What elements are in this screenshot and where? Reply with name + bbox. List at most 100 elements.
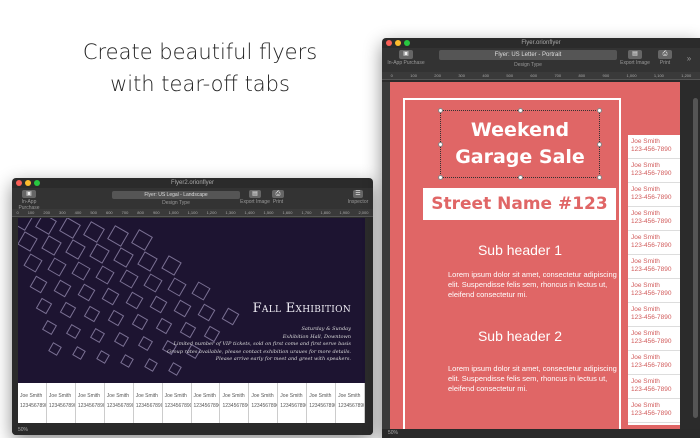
tear-off-tab[interactable]: Joe Smith1234567890 [18,383,47,423]
tear-off-tab[interactable]: Joe Smith123-456-7890 [628,279,680,303]
tear-off-tab[interactable]: Joe Smith123-456-7890 [628,135,680,159]
ruler-tick: 900 [603,72,610,79]
tab-name: Joe Smith [78,391,103,401]
pattern-square [90,328,105,343]
resize-handle[interactable] [518,108,523,113]
tear-off-tabs: Joe Smith1234567890Joe Smith1234567890Jo… [18,383,365,423]
vertical-scrollbar[interactable] [693,98,698,418]
tear-off-tab[interactable]: Joe Smith1234567890 [105,383,134,423]
tear-off-tab[interactable]: Joe Smith1234567890 [220,383,249,423]
print-button[interactable]: ⎙Print [654,50,676,66]
tear-off-tab[interactable]: Joe Smith1234567890 [47,383,76,423]
flyer-details[interactable]: Saturday & SundayExhibition Hall, Downto… [167,326,351,364]
print-button[interactable]: ⎙Print [268,190,288,205]
tear-off-tab[interactable]: Joe Smith1234567890 [192,383,221,423]
vertical-ruler [382,82,390,430]
tear-off-tab[interactable]: Joe Smith123-456-7890 [628,255,680,279]
tear-off-tab[interactable]: Joe Smith123-456-7890 [628,399,680,423]
export-image-button[interactable]: ▤Export Image [240,190,270,205]
label: In-App Purchase [18,199,39,211]
tab-phone: 123-456-7890 [631,266,680,274]
zoom-level[interactable]: 50% [12,426,373,435]
tear-off-tab[interactable]: Joe Smith1234567890 [307,383,336,423]
pattern-square [138,336,153,351]
title-textbox-selected[interactable]: Weekend Garage Sale [440,110,600,178]
more-chevron-icon[interactable]: » [682,54,696,63]
tear-off-tab[interactable]: Joe Smith1234567890 [336,383,365,423]
resize-handle[interactable] [597,108,602,113]
ruler-tick: 1,900 [339,209,349,216]
zoom-level[interactable]: 50% [382,429,700,438]
ruler-tick: 500 [506,72,513,79]
minimize-button[interactable] [395,40,401,46]
tear-off-tab[interactable]: Joe Smith123-456-7890 [628,231,680,255]
resize-handle[interactable] [438,142,443,147]
tear-off-tab[interactable]: Joe Smith1234567890 [163,383,192,423]
street-name[interactable]: Street Name #123 [423,188,616,220]
tear-off-tab[interactable]: Joe Smith123-456-7890 [628,375,680,399]
right-window: Flyer.orionflyer ▣In-App Purchase Flyer:… [382,38,700,438]
resize-handle[interactable] [597,175,602,180]
tear-off-tabs: Joe Smith123-456-7890Joe Smith123-456-78… [628,135,680,425]
close-button[interactable] [386,40,392,46]
ruler-tick: 600 [106,209,113,216]
printer-icon: ⎙ [658,50,672,59]
tear-off-tab[interactable]: Joe Smith123-456-7890 [628,303,680,327]
tear-off-tab[interactable]: Joe Smith123-456-7890 [628,327,680,351]
close-button[interactable] [16,180,22,186]
pattern-square [168,362,182,376]
flyer-canvas[interactable]: Fall Exhibition Saturday & SundayExhibit… [18,218,365,383]
tab-phone: 123-456-7890 [631,362,680,370]
tear-off-tab[interactable]: Joe Smith123-456-7890 [628,351,680,375]
left-window: Flyer2.orionflyer ▣In-App Purchase Flyer… [12,178,373,435]
window-controls [16,180,40,186]
tab-name: Joe Smith [49,391,74,401]
ruler-tick: 800 [137,209,144,216]
ruler-tick: 1,200 [681,72,691,79]
label: Print [660,60,670,66]
body-text-1[interactable]: Lorem ipsum dolor sit amet, consectetur … [448,270,628,300]
resize-handle[interactable] [518,175,523,180]
tear-off-tab[interactable]: Joe Smith1234567890 [76,383,105,423]
pattern-square [143,273,162,292]
body-text-2[interactable]: Lorem ipsum dolor sit amet, consectetur … [448,364,628,394]
tab-name: Joe Smith [631,138,680,146]
tab-name: Joe Smith [631,162,680,170]
design-type-select[interactable]: Flyer: US Legal - Landscape [112,191,240,199]
resize-handle[interactable] [438,175,443,180]
sub-header-1[interactable]: Sub header 1 [430,242,610,258]
zoom-button[interactable] [404,40,410,46]
zoom-button[interactable] [34,180,40,186]
pattern-square [131,229,153,251]
flyer-canvas[interactable]: Weekend Garage Sale Street Name #123 Sub… [390,82,680,438]
ruler-tick: 300 [59,209,66,216]
ruler-tick: 100 [410,72,417,79]
in-app-purchase-button[interactable]: ▣In-App Purchase [14,190,44,211]
headline: Create beautiful flyers with tear-off ta… [60,36,340,100]
tear-off-tab[interactable]: Joe Smith123-456-7890 [628,183,680,207]
inspector-button[interactable]: ☰Inspector [346,190,370,205]
toolbar: ▣In-App Purchase Flyer: US Legal - Lands… [12,188,373,209]
in-app-purchase-button[interactable]: ▣In-App Purchase [386,50,426,66]
tab-name: Joe Smith [165,391,190,401]
resize-handle[interactable] [438,108,443,113]
ruler-tick: 0 [391,72,393,79]
tab-phone: 1234567890 [165,401,190,411]
tear-off-tab[interactable]: Joe Smith1234567890 [249,383,278,423]
basket-icon: ▣ [399,50,413,59]
resize-handle[interactable] [597,142,602,147]
tear-off-tab[interactable]: Joe Smith1234567890 [278,383,307,423]
detail-line: Group rates available, please contact ex… [167,349,351,357]
design-type-select[interactable]: Flyer: US Letter - Portrait [439,50,617,60]
tear-off-tab[interactable]: Joe Smith123-456-7890 [628,159,680,183]
tear-off-tab[interactable]: Joe Smith1234567890 [134,383,163,423]
flyer-title[interactable]: Fall Exhibition [253,301,351,316]
sub-header-2[interactable]: Sub header 2 [430,328,610,344]
export-image-button[interactable]: ▤Export Image [618,50,652,66]
tab-phone: 123-456-7890 [631,218,680,226]
pattern-square [120,354,134,368]
pattern-square [35,218,57,235]
tear-off-tab[interactable]: Joe Smith123-456-7890 [628,207,680,231]
minimize-button[interactable] [25,180,31,186]
image-icon: ▤ [249,190,261,198]
